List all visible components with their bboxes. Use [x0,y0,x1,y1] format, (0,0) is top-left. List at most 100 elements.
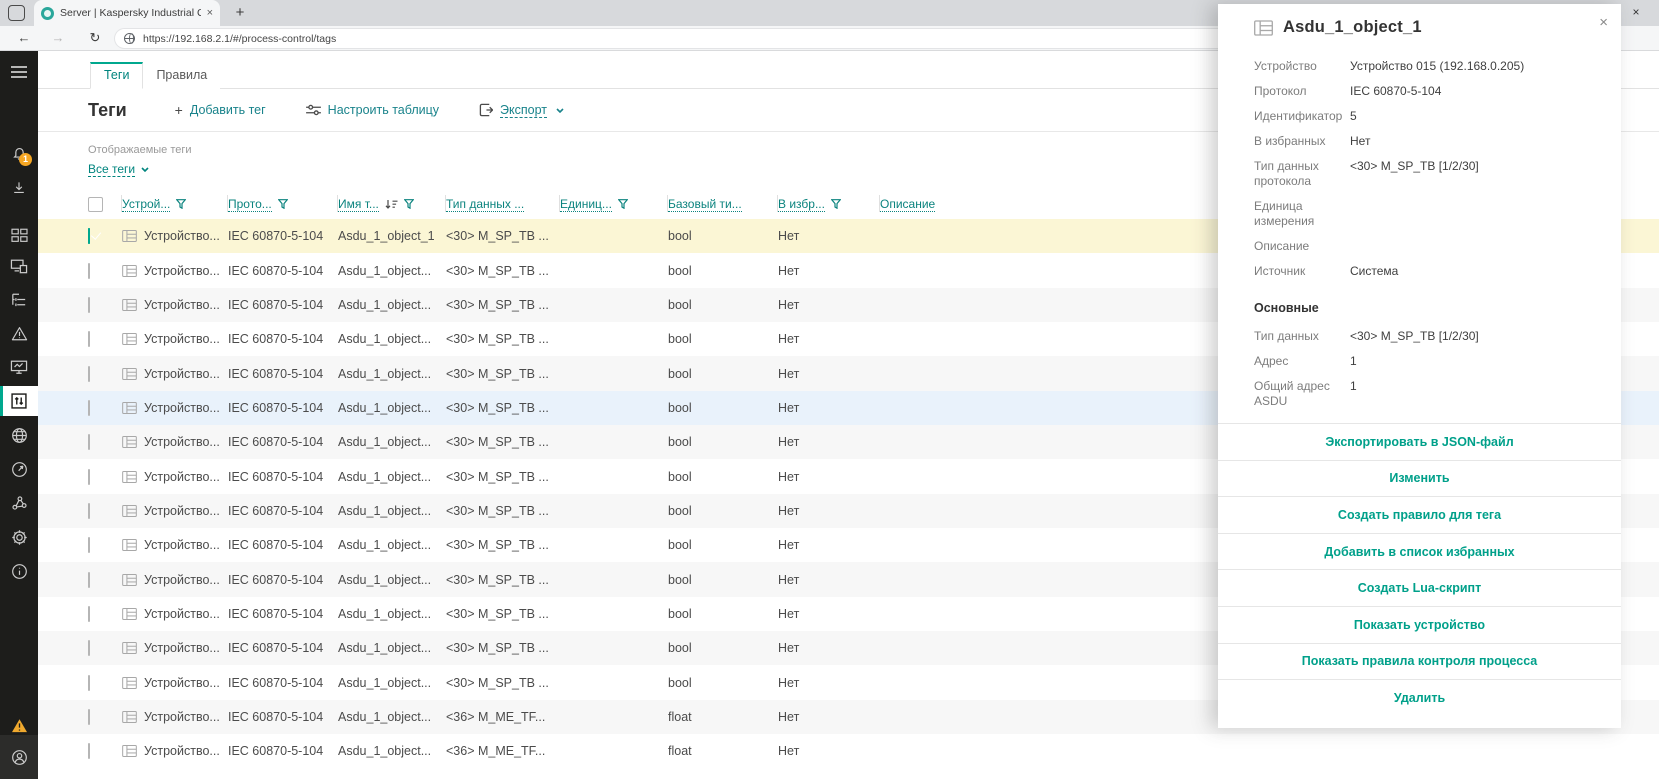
field-label: Общий адрес ASDU [1254,379,1350,409]
browser-tab[interactable]: Server | Kaspersky Industrial Cyb... × [34,0,220,26]
column-header[interactable]: В избр... [778,189,880,219]
panel-action-button[interactable]: Добавить в список избранных [1218,533,1621,570]
row-checkbox[interactable] [88,400,90,416]
configure-table-button[interactable]: Настроить таблицу [306,103,439,117]
cell-data-type: <36> M_ME_TF... [446,710,560,724]
cell-data-type: <30> M_SP_TB ... [446,332,560,346]
column-header[interactable]: Прото... [228,189,338,219]
cell-protocol: IEC 60870-5-104 [228,504,338,518]
row-checkbox[interactable] [88,709,90,725]
add-tag-button[interactable]: + Добавить тег [175,102,266,118]
about-info-icon[interactable] [0,556,38,586]
forward-button[interactable]: → [48,28,68,48]
filter-icon[interactable] [176,199,186,209]
filter-icon[interactable] [278,199,288,209]
row-checkbox[interactable] [88,572,90,588]
tags-icon[interactable] [0,386,38,416]
tab-rules[interactable]: Правила [143,62,220,89]
sort-icon[interactable] [385,199,398,210]
panel-action-button[interactable]: Изменить [1218,460,1621,497]
row-checkbox[interactable] [88,743,90,759]
filter-icon[interactable] [404,199,414,209]
row-checkbox[interactable] [88,537,90,553]
panel-action-button[interactable]: Экспортировать в JSON-файл [1218,423,1621,460]
field-value: 1 [1350,379,1357,409]
panel-action-button[interactable]: Показать устройство [1218,606,1621,643]
url-input[interactable]: https://192.168.2.1/#/process-control/ta… [115,29,1407,48]
cell-tag-name: Asdu_1_object... [338,435,446,449]
notifications-bell-icon[interactable]: 1 [0,139,38,169]
panel-action-button[interactable]: Удалить [1218,679,1621,716]
panel-close-icon[interactable]: × [1599,14,1608,31]
app-sidebar: 1 [0,51,38,779]
panel-field: Адрес 1 [1254,354,1621,369]
tab-close-icon[interactable]: × [207,7,213,19]
devices-icon[interactable] [0,251,38,281]
network-map-globe-icon[interactable] [0,420,38,450]
row-checkbox[interactable] [88,228,90,244]
hmi-monitor-icon[interactable] [0,352,38,382]
row-checkbox[interactable] [88,434,90,450]
device-tag-icon [122,333,137,345]
panel-action-button[interactable]: Создать правило для тега [1218,496,1621,533]
new-tab-button[interactable]: + [230,3,250,23]
process-tree-icon[interactable] [0,284,38,314]
cell-protocol: IEC 60870-5-104 [228,573,338,587]
monitoring-gauge-icon[interactable] [0,454,38,484]
column-header[interactable]: Имя т... [338,189,446,219]
row-checkbox[interactable] [88,469,90,485]
row-checkbox[interactable] [88,503,90,519]
column-header[interactable]: Единиц... [560,189,668,219]
column-header[interactable]: Устрой... [122,189,228,219]
row-checkbox[interactable] [88,640,90,656]
cell-base-type: bool [668,435,778,449]
row-checkbox[interactable] [88,606,90,622]
field-value: 1 [1350,354,1357,369]
filter-icon[interactable] [618,199,628,209]
column-header[interactable]: Базовый ти... [668,189,778,219]
panel-action-button[interactable]: Показать правила контроля процесса [1218,643,1621,680]
back-button[interactable]: ← [14,28,34,48]
panel-field: Устройство Устройство 015 (192.168.0.205… [1254,59,1621,74]
filter-icon[interactable] [831,199,841,209]
field-label: Тип данных [1254,329,1350,344]
row-checkbox[interactable] [88,297,90,313]
cell-tag-name: Asdu_1_object... [338,298,446,312]
table-row[interactable]: Устройство... IEC 60870-5-104 Asdu_1_obj… [38,734,1659,768]
column-header[interactable]: Тип данных ... [446,189,560,219]
menu-icon[interactable] [0,57,38,87]
cell-data-type: <30> M_SP_TB ... [446,538,560,552]
select-all-cell [88,189,122,219]
cell-data-type: <30> M_SP_TB ... [446,367,560,381]
tab-actions-icon[interactable] [8,5,25,21]
downloads-icon[interactable] [0,173,38,203]
settings-gear-icon[interactable] [0,522,38,552]
cell-tag-name: Asdu_1_object... [338,504,446,518]
row-checkbox[interactable] [88,331,90,347]
select-all-checkbox[interactable] [88,197,103,212]
cell-device: Устройство... [144,401,220,415]
site-info-icon[interactable] [124,33,135,44]
dashboard-icon[interactable] [0,220,38,250]
panel-action-button[interactable]: Создать Lua-скрипт [1218,569,1621,606]
panel-field: Идентификатор 5 [1254,109,1621,124]
tab-tags[interactable]: Теги [90,62,143,89]
cell-base-type: bool [668,676,778,690]
row-checkbox[interactable] [88,263,90,279]
cell-data-type: <30> M_SP_TB ... [446,298,560,312]
row-checkbox[interactable] [88,675,90,691]
alerts-triangle-icon[interactable] [0,318,38,348]
cell-protocol: IEC 60870-5-104 [228,470,338,484]
tags-filter-dropdown[interactable]: Все теги [88,162,149,177]
topology-nodes-icon[interactable] [0,488,38,518]
refresh-button[interactable]: ↻ [85,28,105,48]
cell-favorite: Нет [778,401,880,415]
row-checkbox[interactable] [88,366,90,382]
cell-protocol: IEC 60870-5-104 [228,401,338,415]
account-section[interactable] [0,735,38,779]
cell-favorite: Нет [778,676,880,690]
export-button[interactable]: Экспорт [479,103,564,118]
device-tag-icon [122,574,137,586]
cell-device: Устройство... [144,504,220,518]
cell-data-type: <36> M_ME_TF... [446,744,560,758]
